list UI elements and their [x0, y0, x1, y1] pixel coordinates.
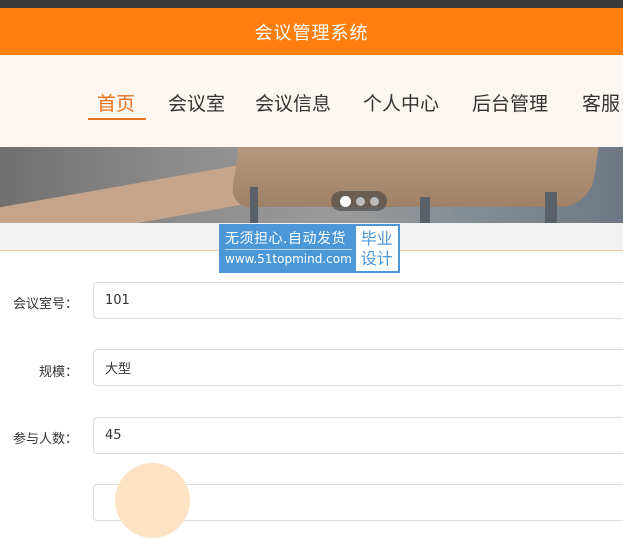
nav-item-home[interactable]: 首页: [97, 89, 135, 116]
watermark-line1: 无须担心.自动发货: [225, 231, 346, 247]
room-no-field[interactable]: [93, 282, 623, 319]
attendees-field[interactable]: [93, 417, 623, 454]
carousel-dot-3[interactable]: [369, 196, 379, 206]
room-detail-form: 会议室号： 规模： 参与人数：: [0, 251, 623, 521]
carousel-dot-1[interactable]: [339, 195, 351, 207]
nav-active-underline: [88, 118, 146, 120]
carousel-banner-image: [0, 147, 623, 223]
room-no-label: 会议室号：: [12, 297, 78, 312]
carousel-dot-2[interactable]: [355, 196, 365, 206]
decorative-circle: [115, 463, 190, 538]
nav-item-meetings[interactable]: 会议信息: [255, 89, 331, 116]
site-header: 会议管理系统: [0, 8, 623, 55]
browser-top-strip: [0, 0, 623, 8]
watermark-side1: 毕业: [360, 228, 393, 248]
attendees-label: 参与人数：: [12, 432, 78, 447]
scale-label: 规模：: [38, 365, 78, 380]
nav-item-service[interactable]: 客服: [582, 89, 620, 116]
site-title: 会议管理系统: [254, 22, 369, 44]
scale-field[interactable]: [93, 349, 623, 386]
nav-item-rooms[interactable]: 会议室: [168, 89, 225, 116]
main-nav: 首页 会议室 会议信息 个人中心 后台管理 客服: [0, 55, 623, 147]
carousel-indicators: [331, 191, 387, 211]
nav-item-profile[interactable]: 个人中心: [363, 89, 439, 116]
nav-item-admin[interactable]: 后台管理: [472, 89, 548, 116]
